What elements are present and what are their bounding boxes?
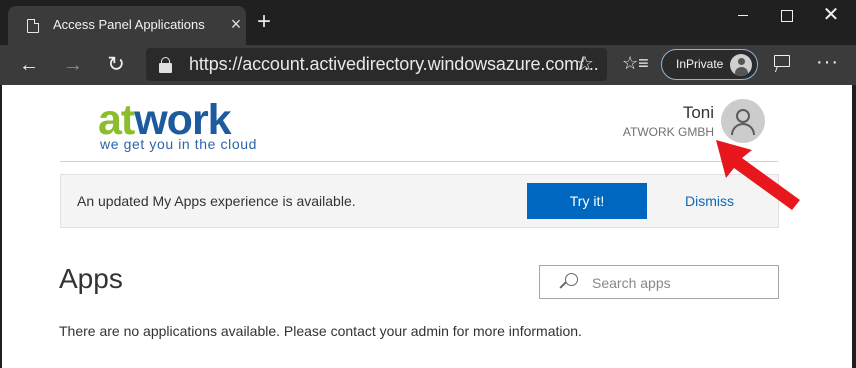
feedback-icon[interactable] <box>773 54 793 74</box>
lock-icon[interactable] <box>159 57 172 73</box>
close-icon[interactable]: × <box>226 14 246 34</box>
logo-tagline: we get you in the cloud <box>100 136 258 152</box>
inprivate-label: InPrivate <box>676 57 724 71</box>
page-title: Apps <box>59 263 123 294</box>
maximize-button[interactable] <box>775 4 797 26</box>
annotation-arrow <box>716 140 800 210</box>
header-divider <box>60 161 778 162</box>
refresh-button[interactable]: ↻ <box>101 50 131 80</box>
search-icon <box>559 272 579 292</box>
back-button[interactable]: ← <box>14 50 44 80</box>
url-text[interactable]: https://account.activedirectory.windowsa… <box>189 54 599 75</box>
person-icon <box>736 109 750 123</box>
address-bar[interactable]: https://account.activedirectory.windowsa… <box>146 48 607 81</box>
update-banner: An updated My Apps experience is availab… <box>60 174 779 228</box>
empty-state-message: There are no applications available. Ple… <box>59 323 582 339</box>
browser-toolbar: ← → ↻ https://account.activedirectory.wi… <box>0 45 856 85</box>
search-input[interactable] <box>592 273 767 293</box>
company-logo[interactable]: atwork we get you in the cloud <box>98 98 298 154</box>
more-icon[interactable]: ··· <box>816 51 839 74</box>
star-icon[interactable]: ☆ <box>576 51 594 76</box>
page-content: atwork we get you in the cloud Toni ATWO… <box>2 85 852 368</box>
user-name[interactable]: Toni <box>683 103 714 123</box>
inprivate-badge[interactable]: InPrivate <box>661 49 758 80</box>
favorites-list-icon[interactable]: ☆≡ <box>622 53 649 74</box>
banner-text: An updated My Apps experience is availab… <box>77 193 356 209</box>
profile-avatar-icon <box>730 54 752 76</box>
minimize-button[interactable] <box>732 4 754 26</box>
browser-tab[interactable]: Access Panel Applications × <box>8 6 246 45</box>
new-tab-button[interactable]: + <box>253 10 275 34</box>
tab-title: Access Panel Applications <box>53 17 205 32</box>
try-it-button[interactable]: Try it! <box>527 183 647 219</box>
browser-titlebar: Access Panel Applications × + ✕ <box>0 0 856 45</box>
forward-button[interactable]: → <box>58 50 88 80</box>
user-organization[interactable]: ATWORK GMBH <box>623 125 714 139</box>
page-icon <box>27 19 39 33</box>
search-box[interactable] <box>539 265 779 299</box>
window-close-button[interactable]: ✕ <box>820 4 842 26</box>
